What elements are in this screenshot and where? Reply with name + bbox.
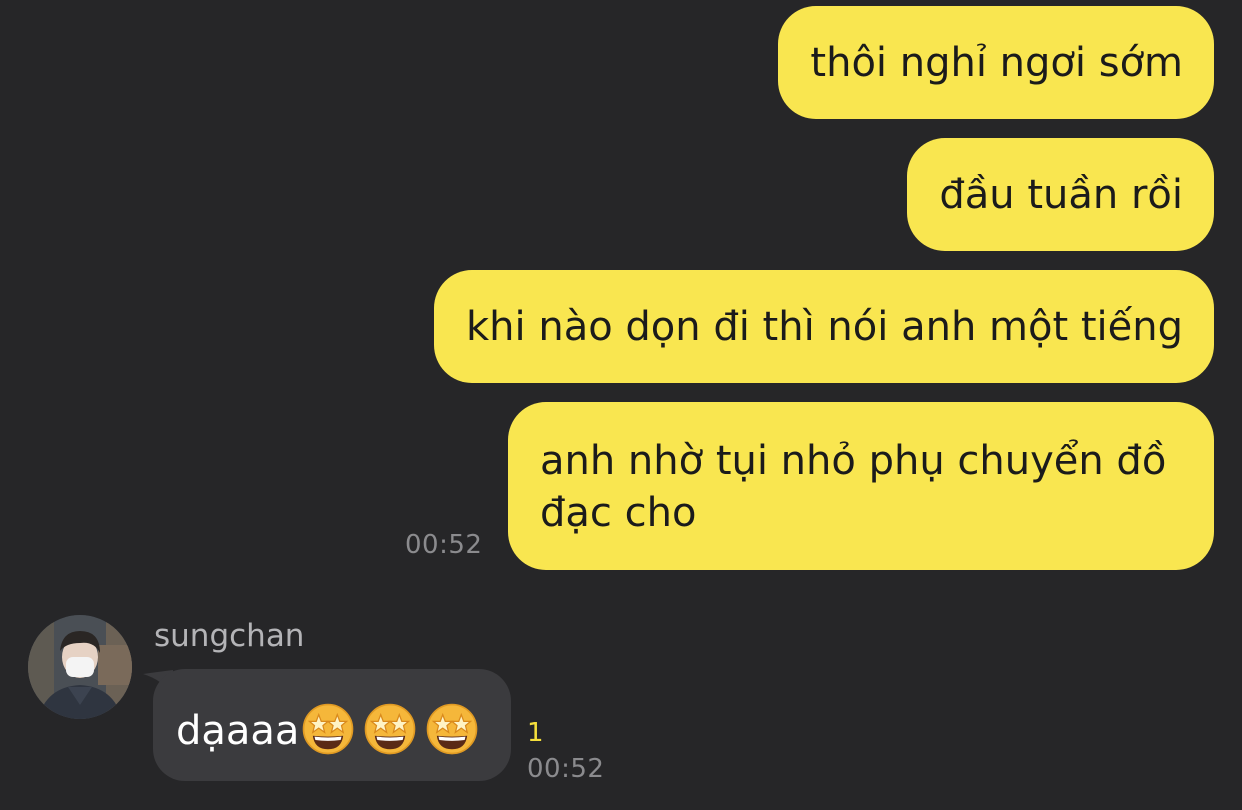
message-timestamp: 00:52 bbox=[527, 754, 605, 784]
message-text: thôi nghỉ ngơi sớm bbox=[810, 40, 1183, 86]
avatar-photo-icon bbox=[28, 615, 132, 719]
outgoing-message[interactable]: anh nhờ tụi nhỏ phụ chuyển đồ đạc cho bbox=[508, 402, 1214, 570]
star-struck-emoji-icon bbox=[365, 703, 416, 755]
message-timestamp: 00:52 bbox=[405, 530, 483, 560]
outgoing-message[interactable]: thôi nghỉ ngơi sớm bbox=[778, 6, 1214, 119]
message-text: anh nhờ tụi nhỏ phụ chuyển đồ đạc cho bbox=[540, 438, 1167, 536]
message-text: khi nào dọn đi thì nói anh một tiếng bbox=[466, 304, 1183, 350]
sender-name: sungchan bbox=[154, 618, 305, 654]
message-text: đầu tuần rồi bbox=[939, 172, 1183, 218]
outgoing-message[interactable]: đầu tuần rồi bbox=[907, 138, 1214, 251]
message-text: dạaaa bbox=[176, 708, 300, 754]
chat-screen: thôi nghỉ ngơi sớm đầu tuần rồi khi nào … bbox=[0, 0, 1242, 810]
star-struck-emoji-icon bbox=[303, 703, 354, 755]
unread-count: 1 bbox=[527, 718, 544, 748]
avatar[interactable] bbox=[28, 615, 132, 719]
outgoing-message[interactable]: khi nào dọn đi thì nói anh một tiếng bbox=[434, 270, 1214, 383]
incoming-message[interactable]: dạaaa bbox=[153, 669, 511, 781]
star-struck-emoji-icon bbox=[427, 703, 478, 755]
